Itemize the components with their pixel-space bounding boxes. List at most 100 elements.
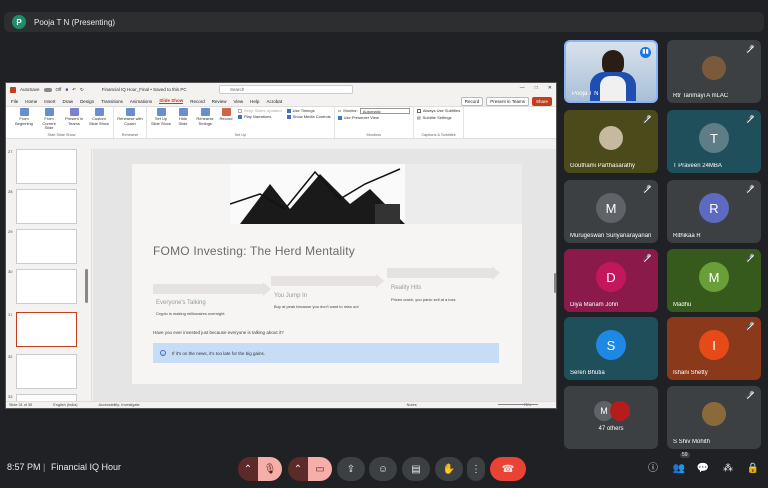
show-media-controls-check[interactable]: Show Media Controls (286, 114, 331, 120)
menu-transitions[interactable]: Transitions (101, 99, 123, 104)
save-icon[interactable]: ■ (65, 87, 68, 92)
current-slide[interactable]: FOMO Investing: The Herd Mentality Every… (132, 164, 522, 384)
others-tile[interactable]: M 47 others (564, 386, 658, 449)
accessibility-status[interactable]: Accessibility: Investigate (99, 403, 140, 407)
slide-thumbnail[interactable] (16, 269, 77, 304)
mic-off-icon: 🎙 (263, 463, 277, 475)
menu-draw[interactable]: Draw (63, 99, 74, 104)
monitor-select[interactable]: Automatic (359, 108, 410, 114)
participant-tile[interactable]: M 🎤 Murugeswari Suriyanarayanan (564, 180, 658, 243)
record-button[interactable]: Record (460, 97, 484, 106)
slide-thumbnail[interactable] (16, 189, 77, 224)
participant-tile[interactable]: I 🎤 Ishani Shetty (667, 317, 761, 380)
slideshow-icon (44, 108, 54, 116)
chat-icon[interactable]: 💬 (696, 462, 710, 476)
camera-toggle-button[interactable]: ▭ (308, 457, 332, 481)
captions-button[interactable]: ▤ (402, 457, 430, 481)
participant-tile[interactable]: 🎤 Rtr Tanmayi A mLAC (667, 40, 761, 103)
slide-thumbnail[interactable] (16, 149, 77, 184)
menu-review[interactable]: Review (212, 99, 227, 104)
maximize-icon[interactable]: □ (535, 85, 538, 91)
menu-record[interactable]: Record (190, 99, 205, 104)
slide-thumbnail[interactable] (16, 229, 77, 264)
close-icon[interactable]: ✕ (548, 85, 552, 91)
subtitle-settings-dropdown[interactable]: ▤ Subtitle Settings (417, 115, 460, 121)
participants-badge: 59 (680, 452, 690, 458)
slide-thumbnail-selected[interactable] (16, 312, 77, 347)
ppt-statusbar: Slide 31 of 35 English (India) Accessibi… (6, 401, 556, 408)
present-in-teams-button[interactable]: Present in Teams (486, 97, 529, 106)
people-icon[interactable]: 👥 (672, 462, 686, 476)
menu-file[interactable]: File (11, 99, 18, 104)
play-narrations-check[interactable]: Play Narrations (238, 114, 282, 120)
from-beginning-button[interactable]: From Beginning (13, 108, 35, 133)
present-in-teams-ribbon-button[interactable]: Present in Teams (63, 108, 85, 133)
step-arrow (153, 282, 271, 296)
reactions-button[interactable]: ☺ (369, 457, 397, 481)
step-desc: Buy at peak because you don't want to mi… (274, 304, 359, 309)
powerpoint-logo-icon (10, 86, 16, 93)
host-controls-icon[interactable]: 🔒 (746, 462, 760, 476)
mic-toggle-button[interactable]: 🎙 (258, 457, 282, 481)
leave-call-button[interactable]: ☎ (490, 457, 526, 481)
slide-header-image (229, 164, 405, 224)
thumb-number: 33 (8, 394, 13, 399)
mic-options-button[interactable]: ⌃ (238, 457, 258, 481)
share-button[interactable]: Share (531, 97, 552, 106)
activities-icon[interactable]: ⁂ (721, 462, 735, 476)
hide-slide-button[interactable]: Hide Slide (175, 108, 191, 133)
record-ribbon-button[interactable]: Record (219, 108, 233, 133)
from-current-slide-button[interactable]: From Current Slide (38, 108, 60, 133)
thumb-number-selected: 31 (8, 312, 13, 317)
slide-scrollbar[interactable] (554, 273, 556, 293)
thumb-number: 28 (8, 189, 13, 194)
redo-icon[interactable]: ↻ (80, 87, 84, 93)
rehearse-timings-button[interactable]: Rehearse Timings (194, 108, 216, 133)
participant-tile[interactable]: M 🎤 Madhu (667, 249, 761, 312)
participant-tile[interactable]: T 🎤 T Praveen 24MBA (667, 110, 761, 173)
teams-icon (69, 108, 79, 116)
slide-thumbnail[interactable] (16, 354, 77, 389)
participant-tile[interactable]: R 🎤 Rithikaa R (667, 180, 761, 243)
avatar-photo (610, 401, 630, 421)
raise-hand-button[interactable]: ✋ (435, 457, 463, 481)
setup-group-label: Set Up (234, 133, 247, 137)
notes-button[interactable]: Notes (407, 403, 417, 407)
rehearse-with-coach-button[interactable]: Rehearse with Coach (117, 108, 143, 133)
mic-muted-icon: 🎤 (642, 116, 652, 123)
menu-view[interactable]: View (233, 99, 243, 104)
use-presenter-view-check[interactable]: Use Presenter View (337, 115, 410, 121)
ppt-search-box[interactable]: Search (219, 85, 353, 94)
present-screen-button[interactable]: ⇪ (337, 457, 365, 481)
minimize-icon[interactable]: — (520, 85, 525, 91)
menu-home[interactable]: Home (25, 99, 37, 104)
undo-icon[interactable]: ↶ (72, 87, 76, 93)
set-up-slide-show-button[interactable]: Set Up Slide Show (150, 108, 172, 133)
participant-tile[interactable]: 🎤 Gouthami Parthasarathy (564, 110, 658, 173)
thumbnails-scrollbar[interactable] (85, 269, 88, 303)
menu-animations[interactable]: Animations (130, 99, 152, 104)
menu-insert[interactable]: Insert (44, 99, 55, 104)
menu-acrobat[interactable]: Acrobat (266, 99, 282, 104)
avatar: R (699, 193, 729, 224)
coach-icon (125, 108, 135, 116)
chevron-up-icon: ⌃ (243, 463, 253, 475)
participant-tile[interactable]: 🎤 S Shiv Mohith (667, 386, 761, 449)
ribbon-group-captions: Always Use Subtitles ▤ Subtitle Settings … (414, 107, 465, 138)
participant-name: Diya Mariam John (570, 302, 619, 308)
checkbox-icon (286, 115, 291, 119)
meeting-info-icon[interactable]: ⓘ (646, 462, 660, 476)
participant-tile[interactable]: S Seren Bhutia (564, 317, 658, 380)
language: English (India) (53, 403, 78, 407)
participant-tile[interactable]: D 🎤 Diya Mariam John (564, 249, 658, 312)
menu-slide-show[interactable]: Slide Show (159, 98, 184, 104)
always-use-subtitles-check[interactable]: Always Use Subtitles (416, 108, 460, 114)
menu-help[interactable]: Help (250, 99, 259, 104)
custom-slide-show-button[interactable]: Custom Slide Show (88, 108, 110, 133)
more-options-button[interactable]: ⋮ (467, 457, 485, 481)
camera-options-button[interactable]: ⌃ (288, 457, 308, 481)
zoom-slider[interactable] (498, 404, 538, 405)
autosave-toggle[interactable] (43, 87, 52, 92)
participant-tile-presenter[interactable]: ▮▮ Pooja T N (564, 40, 658, 103)
menu-design[interactable]: Design (80, 99, 94, 104)
